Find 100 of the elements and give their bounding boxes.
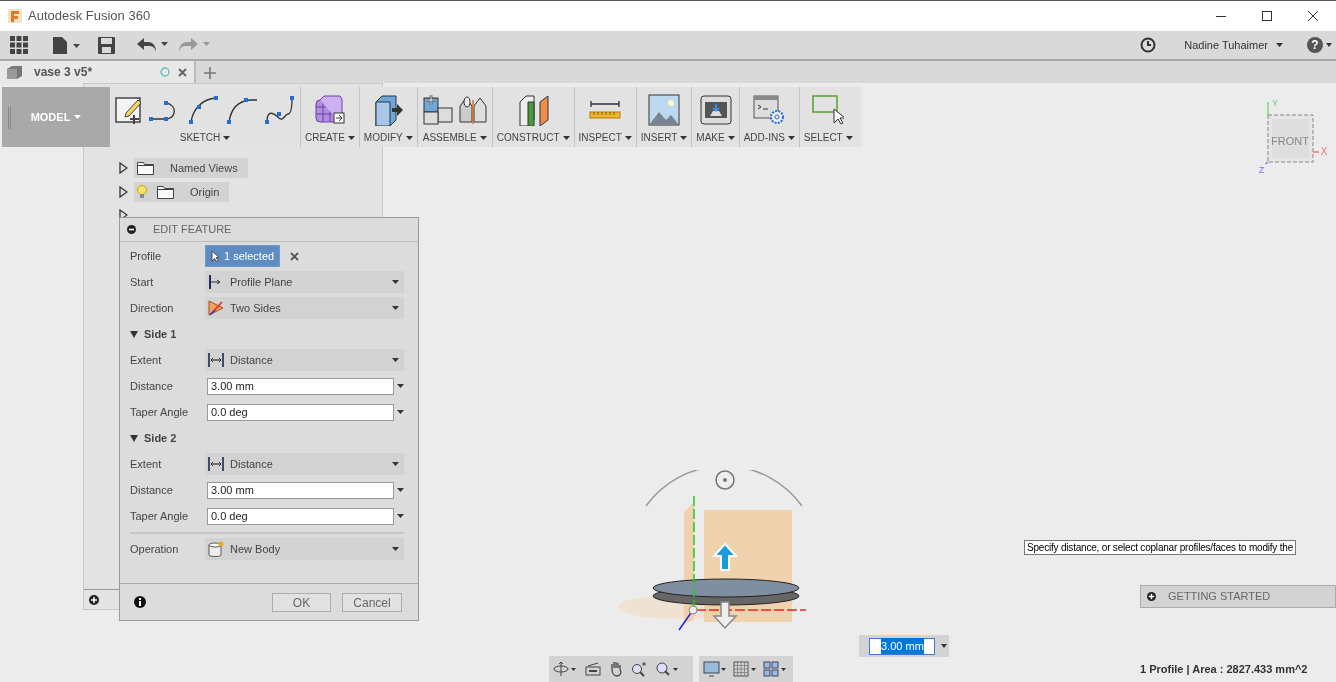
joint-icon[interactable] <box>457 94 488 126</box>
y-axis-line <box>1267 101 1269 116</box>
create-sketch-icon[interactable] <box>114 95 144 125</box>
document-tab[interactable]: vase 3 v5* <box>0 61 196 83</box>
caret-icon <box>845 135 853 140</box>
caret-icon <box>624 135 632 140</box>
hand-icon[interactable] <box>609 661 623 677</box>
user-menu[interactable]: Nadine Tuhaimer <box>1184 36 1283 54</box>
toolbar-menu-button[interactable]: CREATE <box>305 130 355 145</box>
toolbar-menu-button[interactable]: INSPECT <box>578 130 632 145</box>
toolbar-menu-button[interactable]: MODIFY <box>363 130 413 145</box>
triangle-icon <box>130 434 138 442</box>
select-icon[interactable] <box>812 95 845 125</box>
save-icon[interactable] <box>98 36 115 54</box>
close-icon[interactable] <box>178 67 187 77</box>
printer-icon[interactable] <box>699 95 732 125</box>
file-menu-icon[interactable] <box>53 36 80 54</box>
script-gear-icon[interactable] <box>753 95 786 125</box>
toolbar-menu-button[interactable]: CONSTRUCT <box>496 130 570 145</box>
caret-icon[interactable] <box>1326 43 1332 47</box>
offset-plane-icon[interactable] <box>516 94 551 126</box>
monitor-icon[interactable] <box>703 661 727 677</box>
user-name: Nadine Tuhaimer <box>1184 37 1268 53</box>
orbit-icon[interactable] <box>553 661 577 677</box>
expand-triangle-icon[interactable] <box>119 162 128 174</box>
folder-icon <box>157 185 174 199</box>
caret-icon <box>787 135 795 140</box>
app-grid-icon[interactable] <box>10 36 28 54</box>
triangle-icon <box>130 330 138 338</box>
section-toggle[interactable]: Side 1 <box>130 325 177 343</box>
box-grid-icon[interactable] <box>313 95 346 125</box>
undo-icon[interactable] <box>137 38 169 52</box>
clear-selection-icon[interactable] <box>290 251 300 261</box>
caret-icon <box>223 135 231 140</box>
input-field[interactable]: 3.00 mm <box>207 377 394 395</box>
caret-icon <box>562 135 570 140</box>
new-component-icon[interactable] <box>421 94 454 126</box>
measure-icon[interactable] <box>589 98 622 122</box>
caret-icon <box>680 135 688 140</box>
input-field[interactable]: 0.0 deg <box>207 403 394 421</box>
getting-started-panel[interactable]: GETTING STARTED <box>1140 585 1336 608</box>
caret-icon <box>727 135 735 140</box>
section-toggle[interactable]: Side 2 <box>130 429 177 447</box>
light-bulb-icon[interactable] <box>137 185 147 199</box>
plus-circle-icon[interactable] <box>89 594 99 605</box>
input-field[interactable]: 3.00 mm <box>207 481 394 499</box>
selection-button[interactable]: 1 selected <box>205 245 281 267</box>
collapse-icon[interactable] <box>127 225 136 234</box>
browser-item[interactable]: Named Views <box>134 158 248 178</box>
look-at-icon[interactable] <box>585 662 601 676</box>
caret-icon <box>392 462 399 466</box>
z-axis-label: Z <box>1258 165 1265 173</box>
field-label: Profile <box>130 248 163 264</box>
new-body-icon <box>208 541 224 557</box>
tangent-arc-icon[interactable] <box>224 95 258 125</box>
toolbar-menu-button[interactable]: SELECT <box>803 130 853 145</box>
viewports-icon[interactable] <box>763 661 787 677</box>
dropdown[interactable]: Profile Plane <box>205 271 404 293</box>
z-axis-line <box>1264 161 1269 165</box>
caret-icon[interactable] <box>941 644 947 648</box>
clock-icon[interactable] <box>1140 37 1157 53</box>
zoom-window-icon[interactable] <box>655 661 679 677</box>
dialog-button[interactable]: OK <box>272 592 331 612</box>
app-logo-icon <box>8 9 22 23</box>
field-label: Extent <box>130 352 163 368</box>
push-pull-icon[interactable] <box>372 94 405 126</box>
new-tab-icon[interactable] <box>204 67 216 79</box>
image-icon[interactable] <box>648 94 681 126</box>
help-button[interactable]: ? <box>1307 37 1323 53</box>
status-text: 1 Profile | Area : 2827.433 mm^2 <box>1140 662 1308 677</box>
distance-icon <box>208 353 224 367</box>
dropdown[interactable]: New Body <box>205 538 404 560</box>
dropdown[interactable]: Two Sides <box>205 297 404 319</box>
browser-item[interactable]: Origin <box>134 182 230 202</box>
toolbar-menu-button[interactable]: ADD-INS <box>743 130 795 145</box>
toolbar-menu-button[interactable]: SKETCH <box>179 130 231 145</box>
distance-input[interactable]: 3.00 mm <box>869 637 935 655</box>
toolbar-menu-button[interactable]: INSERT <box>640 130 688 145</box>
window-title: Autodesk Fusion 360 <box>28 7 151 26</box>
y-axis-label: Y <box>1272 98 1278 108</box>
input-field[interactable]: 0.0 deg <box>207 507 394 525</box>
caret-icon <box>397 514 404 518</box>
caret-icon <box>392 358 399 362</box>
dropdown[interactable]: Distance <box>205 453 404 475</box>
info-icon[interactable] <box>134 596 146 608</box>
field-label: Distance <box>130 482 174 498</box>
view-cube[interactable] <box>1267 114 1314 163</box>
caret-icon <box>392 280 399 284</box>
toolbar-menu-button[interactable]: MAKE <box>696 130 735 145</box>
dialog-button[interactable]: Cancel <box>342 592 402 612</box>
zoom-icon[interactable] <box>631 661 647 677</box>
toolbar-menu-button[interactable]: ASSEMBLE <box>422 130 487 145</box>
dropdown[interactable]: Distance <box>205 349 404 371</box>
spline-icon[interactable] <box>262 95 296 125</box>
caret-icon <box>405 135 413 140</box>
caret-icon <box>392 306 399 310</box>
grid-icon[interactable] <box>733 661 757 677</box>
expand-triangle-icon[interactable] <box>119 186 128 198</box>
dialog-title: EDIT FEATURE <box>153 222 232 238</box>
arc-icon[interactable] <box>186 95 220 125</box>
